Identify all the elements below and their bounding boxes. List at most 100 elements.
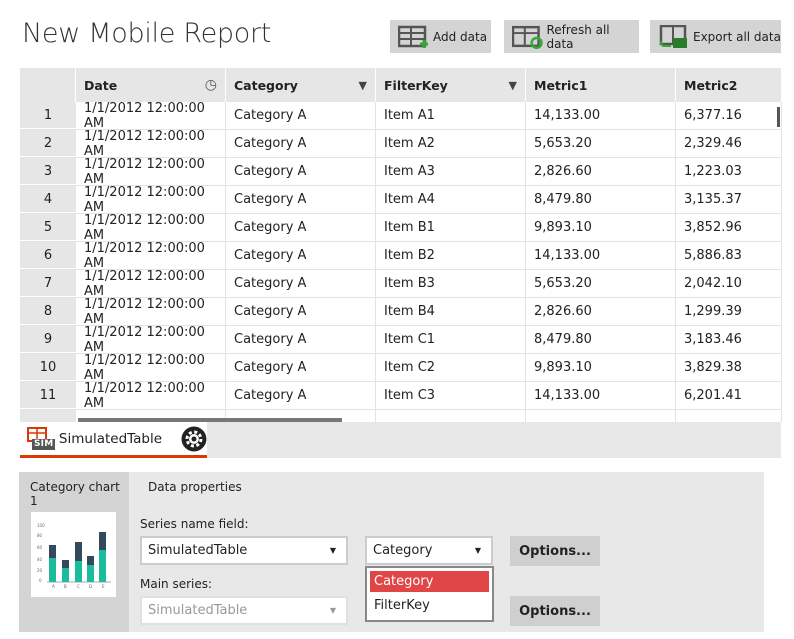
table-row[interactable]: 6 1/1/2012 12:00:00 AM Category A Item B2 14… (20, 241, 782, 271)
cell[interactable]: Item B4 (376, 298, 526, 325)
cell[interactable]: Category A (226, 354, 376, 381)
vertical-scrollbar[interactable] (777, 107, 780, 127)
dropdown-option-filterkey[interactable]: FilterKey (370, 595, 489, 616)
cell[interactable]: 14,133.00 (526, 242, 676, 269)
table-row[interactable]: 9 1/1/2012 12:00:00 AM Category A Item C1 8,… (20, 325, 782, 355)
cell[interactable]: 6,201.41 (676, 382, 782, 409)
column-label: Date (84, 77, 118, 93)
cell[interactable]: 5,653.20 (526, 270, 676, 297)
cell[interactable]: Category A (226, 102, 376, 129)
cell[interactable]: Category A (226, 130, 376, 157)
row-number-cell: 5 (20, 214, 76, 241)
svg-text:40: 40 (37, 557, 43, 562)
cell[interactable]: 2,826.60 (526, 298, 676, 325)
cell[interactable]: 1/1/2012 12:00:00 AM (76, 297, 226, 327)
cell[interactable]: 3,135.37 (676, 186, 782, 213)
cell[interactable]: 14,133.00 (526, 102, 676, 129)
cell[interactable]: Category A (226, 242, 376, 269)
cell[interactable]: Item A4 (376, 186, 526, 213)
cell[interactable]: 1/1/2012 12:00:00 AM (76, 325, 226, 355)
cell[interactable]: 2,042.10 (676, 270, 782, 297)
cell[interactable]: 2,329.46 (676, 130, 782, 157)
cell[interactable]: 1,223.03 (676, 158, 782, 185)
cell[interactable]: Category A (226, 270, 376, 297)
options-button-main[interactable]: Options... (510, 596, 600, 626)
table-row[interactable]: 11 1/1/2012 12:00:00 AM Category A Item C3 1… (20, 381, 782, 411)
cell[interactable]: 9,893.10 (526, 214, 676, 241)
cell[interactable]: Category A (226, 298, 376, 325)
export-all-data-label: Export all data (693, 29, 781, 44)
cell[interactable]: 3,829.38 (676, 354, 782, 381)
cell[interactable]: Category A (226, 214, 376, 241)
options-button-series[interactable]: Options... (510, 536, 600, 566)
simulated-table-icon: SIM (27, 426, 56, 451)
column-label: Metric1 (534, 77, 588, 93)
cell[interactable]: Item B1 (376, 214, 526, 241)
table-row[interactable]: 2 1/1/2012 12:00:00 AM Category A Item A2 5,… (20, 129, 782, 159)
cell[interactable]: 3,852.96 (676, 214, 782, 241)
cell[interactable]: Item C3 (376, 382, 526, 409)
dropdown-option-category[interactable]: Category (370, 571, 489, 592)
export-all-data-button[interactable]: Export all data (650, 20, 781, 53)
cell[interactable]: 5,653.20 (526, 130, 676, 157)
table-row[interactable]: 5 1/1/2012 12:00:00 AM Category A Item B1 9,… (20, 213, 782, 243)
filter-icon[interactable]: ▼ (359, 79, 367, 92)
cell[interactable]: 8,479.80 (526, 326, 676, 353)
cell[interactable]: 1/1/2012 12:00:00 AM (76, 129, 226, 159)
cell[interactable]: 1/1/2012 12:00:00 AM (76, 213, 226, 243)
cell[interactable]: 1/1/2012 12:00:00 AM (76, 157, 226, 187)
cell[interactable]: 8,479.80 (526, 186, 676, 213)
column-header-metric1[interactable]: Metric1 (526, 68, 676, 102)
series-name-field-select[interactable]: SimulatedTable ▼ (140, 536, 348, 565)
data-grid[interactable]: Date ◷ Category ▼ FilterKey ▼ Metric1 Metri… (20, 68, 782, 422)
cell[interactable]: 6,377.16 (676, 102, 782, 129)
data-properties-tab[interactable]: Data properties (148, 480, 242, 494)
cell[interactable]: 5,886.83 (676, 242, 782, 269)
add-data-button[interactable]: Add data (390, 20, 491, 53)
table-row[interactable]: 10 1/1/2012 12:00:00 AM Category A Item C2 9… (20, 353, 782, 383)
gear-icon[interactable] (181, 426, 207, 452)
svg-text:100: 100 (37, 523, 45, 528)
cell[interactable]: 1/1/2012 12:00:00 AM (76, 269, 226, 299)
series-field-select[interactable]: Category ▼ (365, 536, 493, 565)
table-row[interactable]: 4 1/1/2012 12:00:00 AM Category A Item A4 8,… (20, 185, 782, 215)
cell[interactable]: Category A (226, 326, 376, 353)
cell[interactable]: Item A3 (376, 158, 526, 185)
table-row[interactable]: 7 1/1/2012 12:00:00 AM Category A Item B3 5,… (20, 269, 782, 299)
table-row[interactable]: 3 1/1/2012 12:00:00 AM Category A Item A3 2,… (20, 157, 782, 187)
cell[interactable]: 1/1/2012 12:00:00 AM (76, 381, 226, 411)
refresh-table-icon (512, 25, 543, 49)
cell[interactable]: 2,826.60 (526, 158, 676, 185)
cell[interactable]: 1,299.39 (676, 298, 782, 325)
cell[interactable]: 1/1/2012 12:00:00 AM (76, 101, 226, 131)
cell[interactable]: Item B3 (376, 270, 526, 297)
cell[interactable]: 9,893.10 (526, 354, 676, 381)
cell[interactable]: Item C2 (376, 354, 526, 381)
cell[interactable]: Category A (226, 158, 376, 185)
cell[interactable]: 14,133.00 (526, 382, 676, 409)
cell[interactable]: Item B2 (376, 242, 526, 269)
cell[interactable]: Item A1 (376, 102, 526, 129)
main-series-select[interactable]: SimulatedTable ▼ (140, 596, 348, 625)
table-row[interactable]: 1 1/1/2012 12:00:00 AM Category A Item A1 14… (20, 101, 782, 131)
cell[interactable]: 1/1/2012 12:00:00 AM (76, 241, 226, 271)
column-header-metric2[interactable]: Metric2 (676, 68, 782, 102)
cell[interactable]: 1/1/2012 12:00:00 AM (76, 353, 226, 383)
cell[interactable]: Item A2 (376, 130, 526, 157)
cell[interactable]: 3,183.46 (676, 326, 782, 353)
grid-header: Date ◷ Category ▼ FilterKey ▼ Metric1 Metri… (20, 68, 782, 102)
category-chart-thumbnail[interactable]: 100 80 60 40 20 0 A B C D E (31, 512, 116, 597)
column-header-filterkey[interactable]: FilterKey ▼ (376, 68, 526, 102)
column-header-date[interactable]: Date ◷ (76, 68, 226, 102)
table-row[interactable]: 8 1/1/2012 12:00:00 AM Category A Item B4 2,… (20, 297, 782, 327)
cell[interactable]: 1/1/2012 12:00:00 AM (76, 185, 226, 215)
filter-icon[interactable]: ▼ (509, 79, 517, 92)
tab-simulated-table[interactable]: SIM SimulatedTable (20, 422, 207, 458)
cell[interactable]: Item C1 (376, 326, 526, 353)
cell[interactable]: Category A (226, 186, 376, 213)
time-filter-icon[interactable]: ◷ (205, 77, 217, 93)
column-header-category[interactable]: Category ▼ (226, 68, 376, 102)
cell[interactable]: Category A (226, 382, 376, 409)
refresh-all-data-button[interactable]: Refresh all data (504, 20, 639, 53)
visual-tab-category-chart[interactable]: Category chart 1 (30, 480, 129, 508)
